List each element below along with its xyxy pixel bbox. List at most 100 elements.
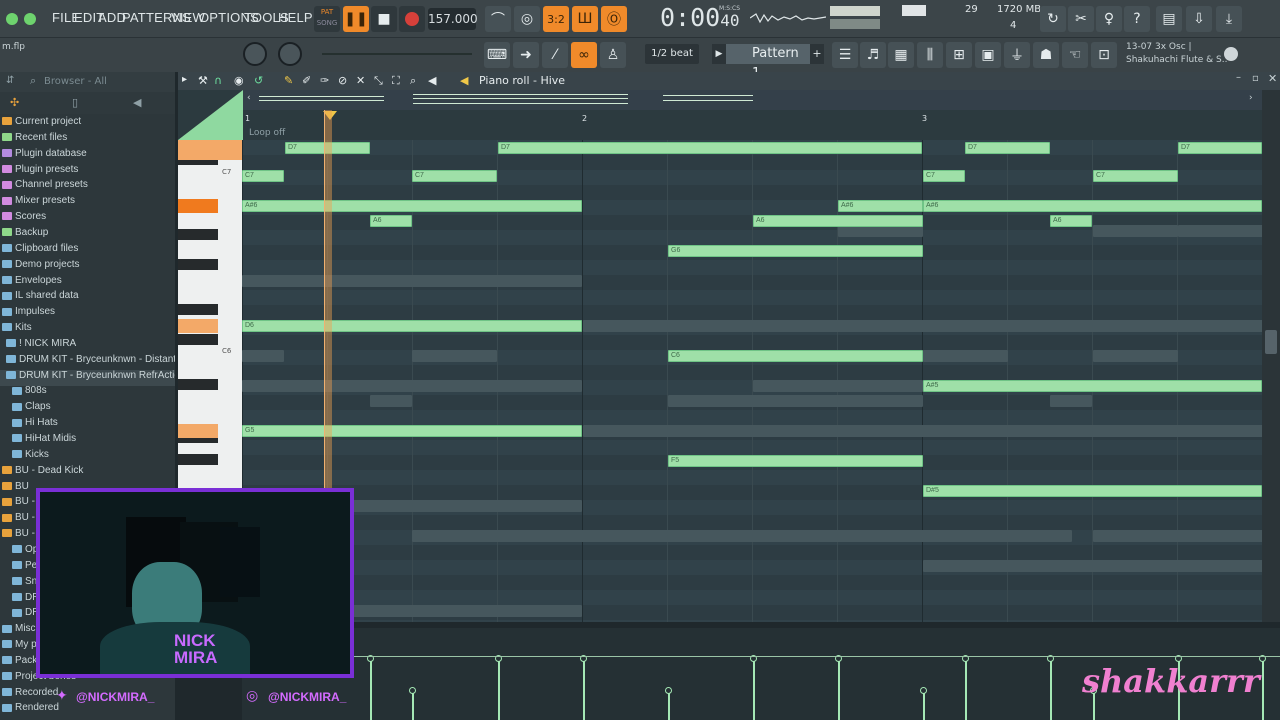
cart-icon[interactable]: ⊡ [1091,42,1117,68]
window-dot-icon[interactable] [24,13,36,25]
hand-icon[interactable]: ☜ [1062,42,1088,68]
plug-icon[interactable]: ⏚ [1004,42,1030,68]
highlighted-key[interactable] [178,140,242,160]
note[interactable]: C7 [923,170,965,182]
velocity-handle[interactable] [665,687,672,694]
arrow-icon[interactable]: ➜ [513,42,539,68]
vertical-scrollbar[interactable] [1262,90,1280,622]
brush-tool-icon[interactable]: ✐ [302,74,311,87]
velocity-bar[interactable] [1050,658,1052,720]
cut-icon[interactable]: ✂ [1068,6,1094,32]
black-key[interactable] [178,454,218,465]
stamp-icon[interactable]: ♙ [600,42,626,68]
browser-item[interactable]: DRUM KIT - Bryceunknwn - Distant [0,354,175,370]
velocity-bar[interactable] [412,690,414,720]
note[interactable]: C7 [412,170,497,182]
highlighted-key[interactable] [178,199,218,213]
add-pattern-button[interactable]: + [810,44,824,64]
browser-item[interactable]: Demo projects [0,259,175,275]
speaker-icon[interactable]: ◀ [133,96,141,109]
browser-item[interactable]: Channel presets [0,179,175,195]
wait-icon[interactable]: ◎ [514,6,540,32]
browser-item[interactable]: Plugin presets [0,164,175,180]
velocity-bar[interactable] [370,658,372,720]
globe-icon[interactable] [1224,47,1238,61]
menu-help[interactable]: HELP [278,10,313,25]
browser-item[interactable]: Kits [0,322,175,338]
note[interactable]: C6 [668,350,923,362]
save-icon[interactable]: ▤ [1156,6,1182,32]
browser-item[interactable]: DRUM KIT - Bryceunknwn RefrAction [0,369,175,386]
magnet-icon[interactable]: ∩ [214,74,222,87]
play-tool-icon[interactable]: ◀ [428,74,436,87]
browser-item[interactable]: Mixer presets [0,195,175,211]
browser-item[interactable]: Kicks [0,449,175,465]
velocity-bar[interactable] [965,658,967,720]
velocity-bar[interactable] [1262,658,1264,720]
note[interactable]: A6 [370,215,412,227]
browser-item[interactable]: Claps [0,401,175,417]
browser-item[interactable]: Clipboard files [0,243,175,259]
pencil-icon[interactable]: ⁄ [542,42,568,68]
browser-item[interactable]: HiHat Midis [0,433,175,449]
browser-item[interactable]: Scores [0,211,175,227]
overview-bar[interactable]: ‹ › [243,90,1263,110]
star-icon[interactable]: ✣ [10,96,19,109]
pattern-prev-button[interactable]: ▶ [712,44,726,64]
snap-select[interactable]: 1/2 beat [645,44,699,64]
velocity-bar[interactable] [923,690,925,720]
pencil-tool-icon[interactable]: ✎ [284,74,293,87]
note[interactable]: F5 [668,455,923,467]
note[interactable]: A#6 [242,200,582,212]
master-volume-knob[interactable] [243,42,267,66]
link-icon[interactable]: ∞ [571,42,597,68]
black-key[interactable] [178,334,218,345]
mic-icon[interactable]: ♀ [1096,6,1122,32]
playlist-icon[interactable]: ☰ [832,42,858,68]
pattern-select[interactable]: Pattern 1 [726,44,810,81]
help-icon[interactable]: ? [1124,6,1150,32]
velocity-bar[interactable] [583,658,585,720]
window-dot-icon[interactable] [6,13,18,25]
keyboard-icon[interactable]: ⌨ [484,42,510,68]
piano-roll-icon[interactable]: ♬ [860,42,886,68]
browser-item[interactable]: ! NICK MIRA [0,338,175,354]
loop-label[interactable]: Loop off [249,128,285,138]
note[interactable]: A6 [1050,215,1092,227]
menu-arrow-icon[interactable]: ▸ [182,74,187,85]
select-tool-icon[interactable]: ⛶ [392,74,400,88]
velocity-bar[interactable] [668,690,670,720]
zoom-tool-icon[interactable]: ⌕ [410,74,416,88]
note[interactable]: A#6 [838,200,923,212]
browser-item[interactable]: Envelopes [0,275,175,291]
minimize-icon[interactable]: – [1236,72,1241,83]
speaker-tool-icon[interactable]: ◀ [460,74,468,87]
search-icon[interactable]: ⌕ [30,74,36,88]
note[interactable]: D6 [242,320,582,332]
arrows-icon[interactable]: ⇵ [6,75,14,86]
black-key[interactable] [178,259,218,270]
browser-item[interactable]: Recent files [0,132,175,148]
blend-icon[interactable]: Ш [572,6,598,32]
countdown-icon[interactable]: 3:2 [543,6,569,32]
note[interactable]: A#6 [923,200,1262,212]
browser-icon[interactable]: ▣ [975,42,1001,68]
loop-icon[interactable]: ↺ [254,74,263,87]
note[interactable]: D7 [965,142,1050,154]
master-pitch-knob[interactable] [278,42,302,66]
note[interactable]: C7 [242,170,284,182]
export-icon[interactable]: ⇩ [1186,6,1212,32]
highlighted-key[interactable] [178,319,218,333]
undo-icon[interactable]: ↻ [1040,6,1066,32]
note[interactable]: D7 [498,142,922,154]
pause-button[interactable]: ❚❚ [343,6,369,32]
velocity-bar[interactable] [498,658,500,720]
velocity-handle[interactable] [409,687,416,694]
velocity-bar[interactable] [753,658,755,720]
note[interactable]: D#5 [923,485,1262,497]
delete-tool-icon[interactable]: ⊘ [338,74,347,87]
slider-track[interactable] [322,53,472,55]
loop-record-icon[interactable]: Ⓞ [601,6,627,32]
scroll-right-icon[interactable]: › [1249,93,1253,103]
black-key[interactable] [178,304,218,315]
